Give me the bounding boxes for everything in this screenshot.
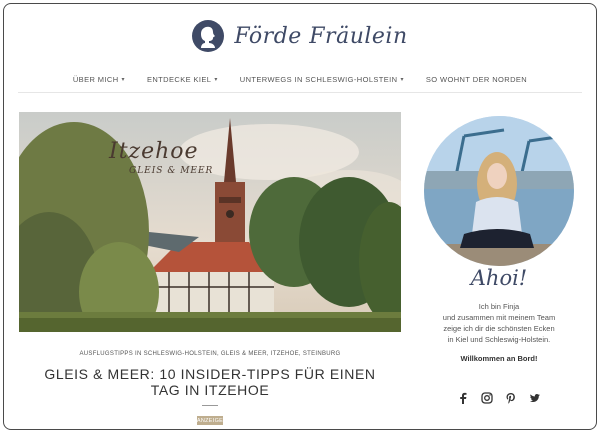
post-title[interactable]: GLEIS & MEER: 10 INSIDER-TIPPS FÜR EINEN… <box>34 366 386 398</box>
intro-line: in Kiel und Schleswig-Holstein. <box>447 335 551 344</box>
post-categories[interactable]: AUSFLUGSTIPPS IN SCHLESWIG-HOLSTEIN, GLE… <box>19 351 401 357</box>
main-nav: ÜBER MICH ▾ ENTDECKE KIEL ▾ UNTERWEGS IN… <box>18 66 582 93</box>
site-logo[interactable]: Förde Fräulein <box>4 16 596 56</box>
nav-item-label: SO WOHNT DER NORDEN <box>425 74 528 84</box>
nav-item-so-wohnt[interactable]: SO WOHNT DER NORDEN <box>426 75 527 84</box>
social-links <box>424 392 574 404</box>
hero-image-title: Itzehoe <box>109 139 199 164</box>
title-divider <box>202 405 218 406</box>
featured-post-image[interactable]: Itzehoe GLEIS & MEER <box>19 112 401 332</box>
nav-item-entdecke-kiel[interactable]: ENTDECKE KIEL ▾ <box>147 75 218 84</box>
chevron-down-icon: ▾ <box>121 76 125 83</box>
ad-badge: ANZEIGE <box>196 416 224 425</box>
author-avatar <box>424 116 574 266</box>
sidebar-greeting: Ahoi! <box>470 266 528 290</box>
sidebar-welcome: Willkommen an Bord! <box>460 354 538 363</box>
twitter-icon[interactable] <box>529 392 541 404</box>
nav-item-unterwegs[interactable]: UNTERWEGS IN SCHLESWIG-HOLSTEIN ▾ <box>240 75 404 84</box>
page-frame: Förde Fräulein ÜBER MICH ▾ ENTDECKE KIEL… <box>3 3 597 430</box>
site-title: Förde Fräulein <box>234 23 408 49</box>
chevron-down-icon: ▾ <box>400 76 404 83</box>
chevron-down-icon: ▾ <box>214 76 218 83</box>
facebook-icon[interactable] <box>457 392 469 404</box>
nav-item-ueber-mich[interactable]: ÜBER MICH ▾ <box>73 75 125 84</box>
intro-line: zeige ich dir die schönsten Ecken <box>443 324 555 333</box>
nav-item-label: UNTERWEGS IN SCHLESWIG-HOLSTEIN <box>239 74 398 84</box>
itzehoe-photo <box>19 112 401 332</box>
nav-item-label: ENTDECKE KIEL <box>146 74 212 84</box>
sidebar-intro: Ich bin Finja und zusammen mit meinem Te… <box>424 301 574 345</box>
intro-line: Ich bin Finja <box>478 302 520 311</box>
pinterest-icon[interactable] <box>505 392 517 404</box>
nav-item-label: ÜBER MICH <box>72 74 119 84</box>
instagram-icon[interactable] <box>481 392 493 404</box>
intro-line: und zusammen mit meinem Team <box>442 313 556 322</box>
hero-image-subtitle: GLEIS & MEER <box>129 166 214 176</box>
silhouette-icon <box>192 20 225 52</box>
